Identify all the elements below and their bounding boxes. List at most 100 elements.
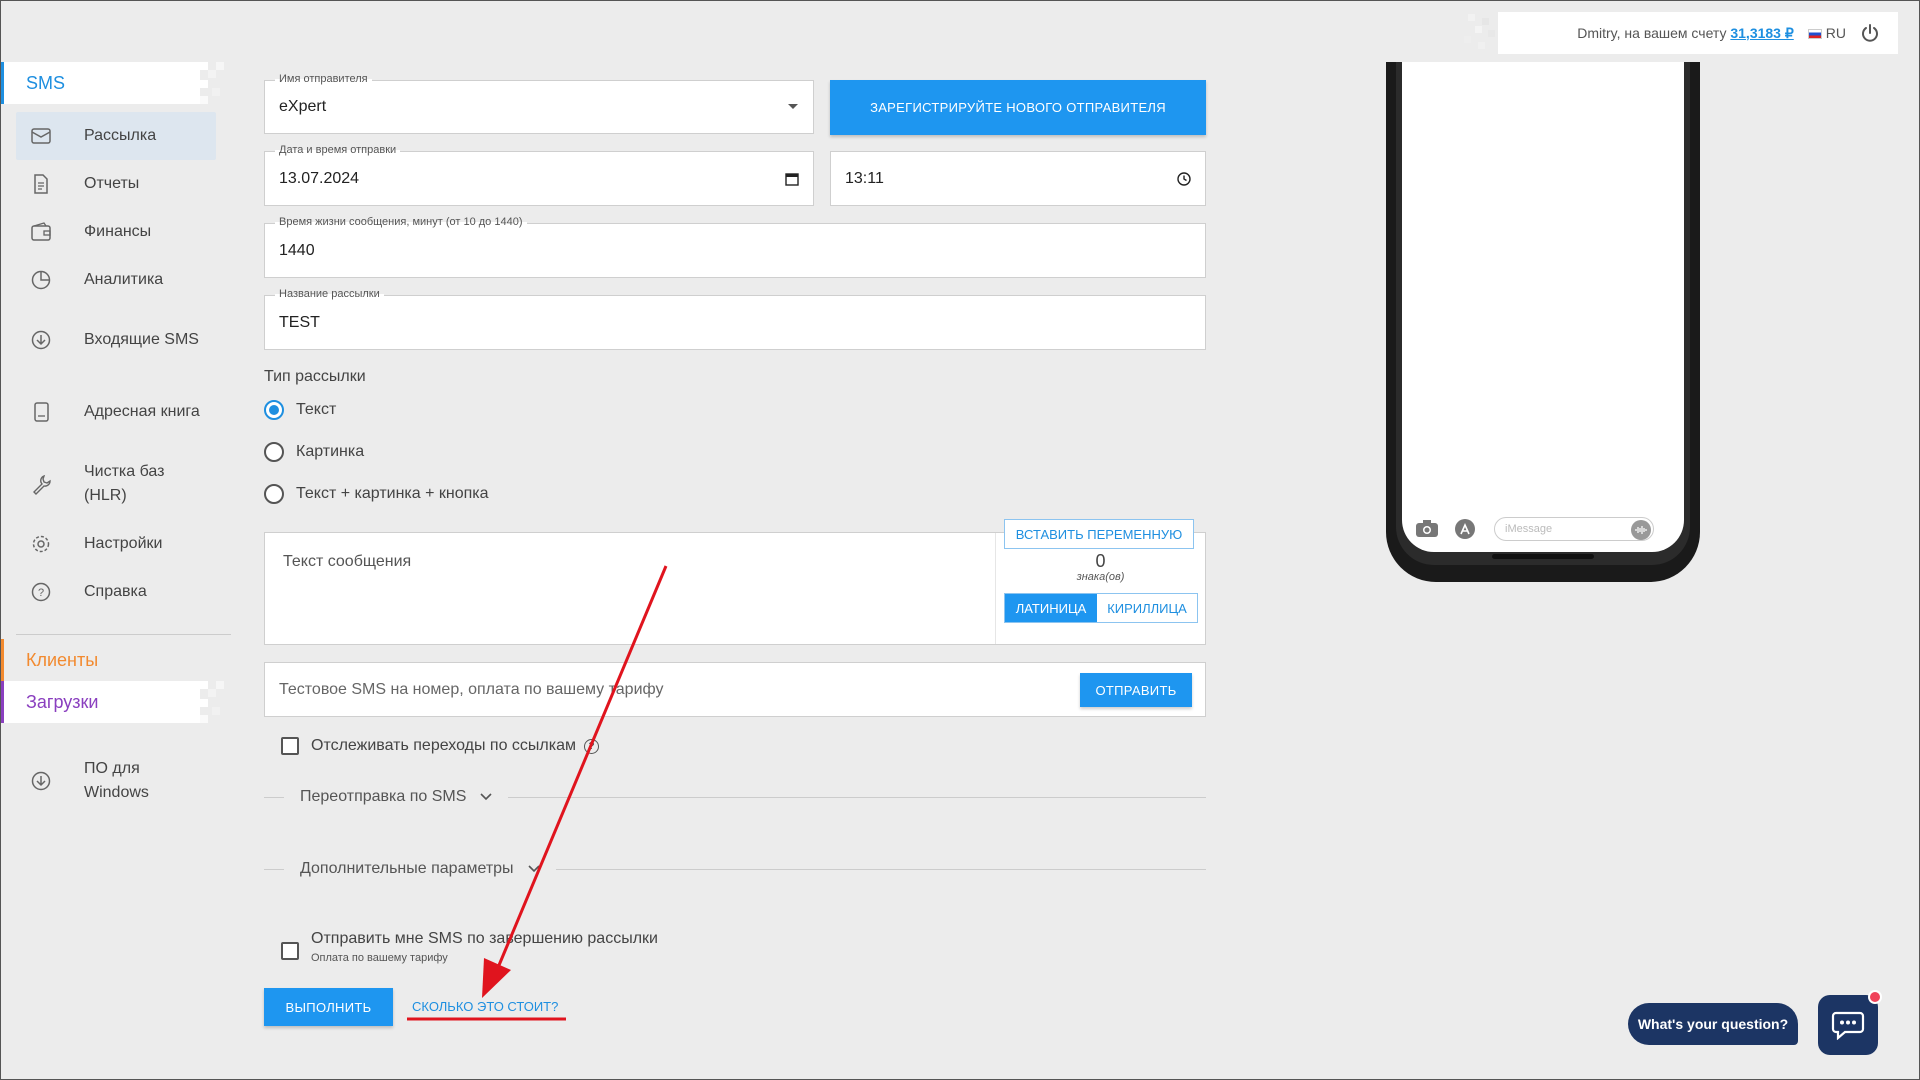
annotation-arrowhead <box>482 958 511 998</box>
resend-section-label: Переотправка по SMS <box>300 788 467 805</box>
sender-value: eXpert <box>279 98 327 115</box>
power-icon[interactable] <box>1860 23 1880 43</box>
russia-flag-icon <box>1807 29 1822 40</box>
balance-link[interactable]: 31,3183 ₽ <box>1730 25 1793 41</box>
chat-icon <box>1831 1011 1865 1040</box>
resend-section[interactable]: Переотправка по SMS <box>264 788 1206 806</box>
language-selector[interactable]: RU <box>1807 25 1846 41</box>
checkbox-sublabel: Оплата по вашему тарифу <box>311 952 448 964</box>
date-value: 13.07.2024 <box>279 169 360 187</box>
sidebar-item-label: Аналитика <box>84 271 164 288</box>
clock-icon[interactable] <box>1177 152 1191 205</box>
sidebar-item-mailing[interactable]: Рассылка <box>16 112 216 160</box>
sidebar-section-label: Загрузки <box>26 691 99 712</box>
sidebar-item-label: Настройки <box>84 535 163 552</box>
test-sms-placeholder: Тестовое SMS на номер, оплата по вашему … <box>279 680 664 698</box>
cyrillic-button[interactable]: КИРИЛЛИЦА <box>1097 594 1197 622</box>
sidebar: SMS Рассылка Отчеты Финансы Аналитика Вх… <box>0 62 235 817</box>
latin-button[interactable]: ЛАТИНИЦА <box>1005 594 1097 622</box>
chat-question-bubble[interactable]: What's your question? <box>1628 1003 1798 1045</box>
sidebar-item-label: Финансы <box>84 223 152 240</box>
sidebar-item-windows-software[interactable]: ПО для Windows <box>16 745 216 817</box>
sidebar-section-sms[interactable]: SMS <box>0 62 224 104</box>
extra-params-label: Дополнительные параметры <box>300 860 514 877</box>
sidebar-item-finance[interactable]: Финансы <box>16 208 216 256</box>
alphabet-toggle: ЛАТИНИЦА КИРИЛЛИЦА <box>1004 593 1198 623</box>
campaign-name-input[interactable]: Название рассылки TEST <box>264 288 1206 350</box>
svg-text:?: ? <box>38 587 44 599</box>
message-box: Текст сообщения ВСТАВИТЬ ПЕРЕМЕННУЮ 0 зн… <box>264 519 1206 645</box>
divider-line <box>508 796 1206 798</box>
pixel-decoration <box>200 681 224 723</box>
sidebar-section-label: Клиенты <box>26 649 99 670</box>
sidebar-item-hlr[interactable]: Чистка баз (HLR) <box>16 448 216 520</box>
checkbox-label: Отслеживать переходы по ссылкам <box>311 737 577 754</box>
char-count: 0 <box>1095 551 1106 571</box>
insert-variable-button[interactable]: ВСТАВИТЬ ПЕРЕМЕННУЮ <box>1004 519 1194 549</box>
account-bar: Dmitry, на вашем счету 31,3183 ₽ RU <box>1464 12 1898 54</box>
dropdown-arrow-icon <box>787 81 799 133</box>
sidebar-item-label: Чистка баз (HLR) <box>84 463 165 504</box>
gear-icon <box>32 535 50 553</box>
register-sender-button[interactable]: ЗАРЕГИСТРИРУЙТЕ НОВОГО ОТПРАВИТЕЛЯ <box>830 80 1206 135</box>
wrench-icon <box>33 474 51 495</box>
sidebar-item-help[interactable]: ? Справка <box>16 568 216 616</box>
chevron-down-icon <box>480 793 492 801</box>
pixel-decoration <box>200 62 224 104</box>
phone-preview <box>1386 62 1700 582</box>
sidebar-section-clients[interactable]: Клиенты <box>0 639 200 681</box>
sidebar-item-analytics[interactable]: Аналитика <box>16 256 216 304</box>
help-icon: ? <box>31 582 51 602</box>
download-circle-icon <box>31 771 51 791</box>
download-circle-icon <box>31 330 51 350</box>
sidebar-item-settings[interactable]: Настройки <box>16 520 216 568</box>
sidebar-item-address-book[interactable]: Адресная книга <box>16 376 216 448</box>
sender-select[interactable]: Имя отправителя eXpert <box>264 73 814 134</box>
sidebar-item-label: Адресная книга <box>84 403 200 420</box>
date-input[interactable]: Дата и время отправки 13.07.2024 <box>264 144 814 206</box>
send-test-button[interactable]: ОТПРАВИТЬ <box>1080 673 1192 707</box>
sidebar-item-label: Входящие SMS <box>84 331 199 348</box>
chat-button[interactable] <box>1818 995 1878 1055</box>
radio-selected[interactable] <box>264 400 284 420</box>
lifetime-input[interactable]: Время жизни сообщения, минут (от 10 до 1… <box>264 216 1206 278</box>
time-input[interactable]: 13:11 <box>830 151 1206 206</box>
language-label: RU <box>1825 25 1846 41</box>
cost-link[interactable]: СКОЛЬКО ЭТО СТОИТ? <box>412 999 558 1014</box>
notify-option[interactable]: Отправить мне SMS по завершению рассылки… <box>281 930 658 964</box>
message-textarea[interactable]: Текст сообщения <box>283 553 411 571</box>
sidebar-section-downloads[interactable]: Загрузки <box>0 681 224 723</box>
time-value: 13:11 <box>845 169 884 187</box>
notification-dot <box>1868 990 1882 1004</box>
divider-line <box>264 868 284 870</box>
track-links-option[interactable]: Отслеживать переходы по ссылкам ? <box>281 737 600 755</box>
help-icon[interactable]: ? <box>584 739 600 754</box>
imessage-field: iMessage <box>1494 517 1654 541</box>
radio[interactable] <box>264 442 284 462</box>
campaign-name-value: TEST <box>279 313 320 331</box>
execute-button[interactable]: ВЫПОЛНИТЬ <box>264 988 393 1026</box>
book-icon <box>34 402 49 422</box>
sidebar-item-reports[interactable]: Отчеты <box>16 160 216 208</box>
test-sms-input[interactable]: Тестовое SMS на номер, оплата по вашему … <box>264 662 1206 717</box>
checkbox[interactable] <box>281 942 299 960</box>
radio[interactable] <box>264 484 284 504</box>
message-tools: ВСТАВИТЬ ПЕРЕМЕННУЮ 0 знака(ов) ЛАТИНИЦА… <box>995 519 1205 644</box>
chat-question-text: What's your question? <box>1637 1016 1789 1032</box>
checkbox[interactable] <box>281 737 299 755</box>
sidebar-section-label: SMS <box>26 72 66 93</box>
pixel-decoration <box>1464 14 1495 49</box>
type-option-image[interactable]: Картинка <box>264 442 364 462</box>
extra-params-section[interactable]: Дополнительные параметры <box>264 860 1206 878</box>
divider-line <box>264 796 284 798</box>
type-option-text[interactable]: Текст <box>264 400 336 420</box>
mailing-type-title: Тип рассылки <box>264 368 366 385</box>
sidebar-item-incoming-sms[interactable]: Входящие SMS <box>16 304 216 376</box>
sidebar-item-label: Рассылка <box>84 127 157 144</box>
sidebar-item-label: Справка <box>84 583 147 600</box>
type-option-text-image-button[interactable]: Текст + картинка + кнопка <box>264 484 489 504</box>
calendar-icon[interactable] <box>785 152 799 205</box>
camera-icon <box>1415 520 1439 538</box>
app-store-icon <box>1453 518 1477 540</box>
chevron-down-icon <box>527 865 540 873</box>
